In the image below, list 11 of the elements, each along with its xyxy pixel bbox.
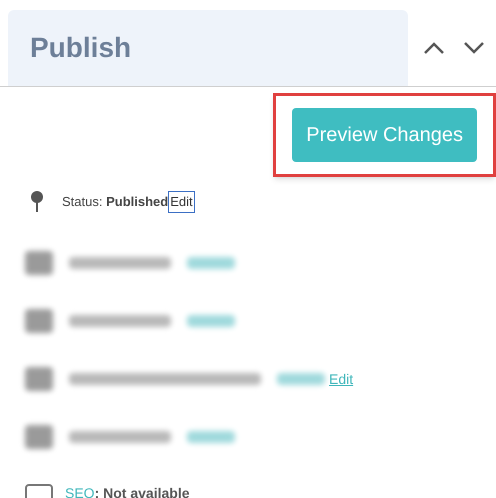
seo-icon (25, 484, 53, 498)
seo-link[interactable]: SEO (65, 485, 95, 498)
chevron-up-icon[interactable] (422, 41, 446, 55)
edit-link[interactable]: Edit (329, 368, 354, 390)
edit-link[interactable]: Edit (168, 191, 195, 213)
panel-title: Publish (30, 31, 132, 65)
status-text: Status: Published (62, 193, 168, 212)
chevron-down-icon[interactable] (462, 41, 486, 55)
seo-status: : Not available (94, 485, 190, 498)
preview-changes-button[interactable]: Preview Changes (292, 108, 477, 162)
pin-icon (30, 191, 44, 213)
